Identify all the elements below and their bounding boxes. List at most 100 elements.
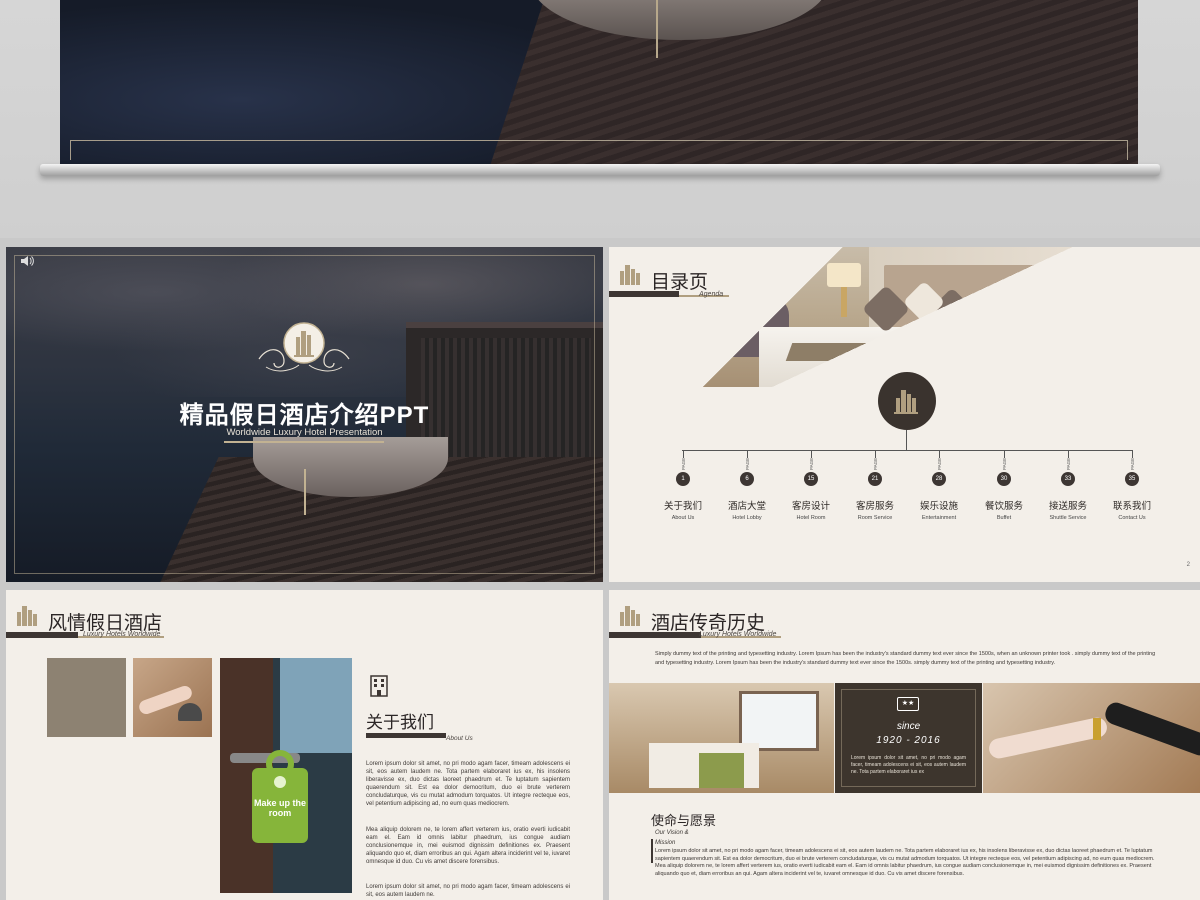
agenda-page-number: 28 xyxy=(932,472,946,486)
agenda-tick xyxy=(1067,450,1069,458)
title-bar xyxy=(609,632,701,638)
bell-icon xyxy=(178,703,202,721)
agenda-title-en: Hotel Room xyxy=(796,515,826,521)
agenda-tick xyxy=(938,450,940,458)
page-label: PAGE xyxy=(680,457,686,470)
presentation-subtitle: Worldwide Luxury Hotel Presentation xyxy=(226,427,383,438)
speaker-icon[interactable] xyxy=(20,255,38,271)
agenda-item[interactable]: PAGE 33 接送服务 Shuttle Service xyxy=(1036,450,1100,521)
agenda-tick xyxy=(746,450,748,458)
top-slide-image[interactable] xyxy=(60,0,1138,166)
agenda-title-en: Buffet xyxy=(996,515,1012,521)
arm xyxy=(1102,699,1200,759)
agenda-title-en: Hotel Lobby xyxy=(732,515,762,521)
agenda-tick xyxy=(1003,450,1005,458)
agenda-title-zh: 客房服务 xyxy=(855,501,894,512)
agenda-title-en: Room Service xyxy=(857,515,893,521)
agenda-title-zh: 酒店大堂 xyxy=(727,501,766,512)
body-paragraph: Mea aliquip dolorem ne, te lorem affert … xyxy=(366,827,570,865)
frame-corner xyxy=(1108,140,1128,160)
agenda-title-en: Entertainment xyxy=(921,515,957,521)
page-label: PAGE xyxy=(936,457,942,470)
since-panel: ★★ since 1920 - 2016 Lorem ipsum dolor s… xyxy=(835,683,982,793)
agenda-item[interactable]: PAGE 1 关于我们 About Us xyxy=(651,450,715,521)
key-icon xyxy=(1093,718,1101,740)
decorative-frame xyxy=(70,140,1128,166)
section-title-bar xyxy=(366,733,446,738)
reception-bell-photo xyxy=(133,658,212,737)
agenda-title-zh: 娱乐设施 xyxy=(919,501,958,512)
decorative-line xyxy=(651,839,653,863)
agenda-title-zh: 客房设计 xyxy=(791,501,830,512)
agenda-item[interactable]: PAGE 15 客房设计 Hotel Room xyxy=(779,450,843,521)
presentation-title: 精品假日酒店介绍PPT xyxy=(179,402,430,429)
slide-agenda[interactable]: 目录页 Agenda PAGE 1 关于我们 About Us PAGE 6 酒… xyxy=(609,247,1200,582)
body-paragraph: Lorem ipsum dolor sit amet, no pri modo … xyxy=(366,761,570,807)
agenda-item[interactable]: PAGE 35 联系我们 Contact Us xyxy=(1100,450,1164,521)
panel-text: Lorem ipsum dolor sit amet, no pri modo … xyxy=(851,755,966,775)
body-paragraph: Lorem ipsum dolor sit amet, no pri modo … xyxy=(366,884,570,898)
hanger-icon xyxy=(274,776,286,788)
door-hanger-photo: Make up the room xyxy=(220,658,352,893)
window-light xyxy=(280,658,352,753)
hanger-text: Make up the room xyxy=(253,798,306,818)
section-title: 关于我们 xyxy=(366,713,434,732)
agenda-page-number: 1 xyxy=(676,472,690,486)
page-subtitle: Agenda xyxy=(699,291,724,298)
agenda-page-number: 6 xyxy=(740,472,754,486)
agenda-title-zh: 关于我们 xyxy=(663,501,702,512)
decorative-line xyxy=(656,0,658,58)
bed-runner xyxy=(699,753,744,788)
agenda-page-number: 35 xyxy=(1125,472,1139,486)
hotel-room-photo xyxy=(609,683,834,793)
door-hanger: Make up the room xyxy=(252,750,308,843)
agenda-title-en: About Us xyxy=(671,515,695,521)
color-block xyxy=(47,658,126,737)
slide-about[interactable]: 风情假日酒店 Luxury Hotels Worldwide Make up t… xyxy=(6,590,603,900)
agenda-title-en: Shuttle Service xyxy=(1049,515,1087,521)
section-subtitle: About Us xyxy=(446,735,473,742)
agenda-tick xyxy=(682,450,684,458)
slide-history[interactable]: 酒店传奇历史 Luxury Hotels Worldwide Simply du… xyxy=(609,590,1200,900)
agenda-item[interactable]: PAGE 30 餐饮服务 Buffet xyxy=(972,450,1036,521)
page-label: PAGE xyxy=(1065,457,1071,470)
agenda-item[interactable]: PAGE 6 酒店大堂 Hotel Lobby xyxy=(715,450,779,521)
agenda-page-number: 33 xyxy=(1061,472,1075,486)
agenda-title-en: Contact Us xyxy=(1118,515,1146,521)
page-title: 目录页 xyxy=(651,272,709,293)
page-subtitle: Luxury Hotels Worldwide xyxy=(699,631,777,638)
building-logo-icon xyxy=(17,606,37,626)
title-bar xyxy=(609,291,679,297)
agenda-tick xyxy=(874,450,876,458)
frame-corner xyxy=(70,140,90,160)
intro-paragraph: Simply dummy text of the printing and ty… xyxy=(655,651,1156,666)
since-label: since xyxy=(896,721,921,732)
mission-subtitle: Our Vision & Mission xyxy=(655,830,689,846)
agenda-title-zh: 餐饮服务 xyxy=(984,501,1023,512)
since-years: 1920 - 2016 xyxy=(876,735,941,746)
title-bar xyxy=(6,632,78,638)
mission-title: 使命与愿景 xyxy=(651,813,717,828)
building-logo-icon xyxy=(620,265,640,285)
page-label: PAGE xyxy=(1001,457,1007,470)
page-label: PAGE xyxy=(1129,457,1135,470)
agenda-item[interactable]: PAGE 28 娱乐设施 Entertainment xyxy=(907,450,971,521)
agenda-tick xyxy=(810,450,812,458)
stars-badge-icon: ★★ xyxy=(897,697,919,711)
mission-paragraph: Lorem ipsum dolor sit amet, no pri modo … xyxy=(655,848,1155,877)
building-logo-icon xyxy=(620,606,640,626)
hanger-hole xyxy=(266,750,294,778)
title-underline xyxy=(224,441,384,443)
building-icon xyxy=(894,390,918,414)
page-label: PAGE xyxy=(808,457,814,470)
connector-line xyxy=(906,430,907,450)
agenda-item[interactable]: PAGE 21 客房服务 Room Service xyxy=(843,450,907,521)
slide-cover[interactable]: 精品假日酒店介绍PPT Worldwide Luxury Hotel Prese… xyxy=(6,247,603,582)
agenda-hub-circle xyxy=(878,372,936,430)
window xyxy=(739,691,819,751)
top-slide-preview-area xyxy=(0,0,1200,238)
agenda-page-number: 30 xyxy=(997,472,1011,486)
hotel-crest-logo-icon xyxy=(254,319,354,385)
agenda-page-number: 21 xyxy=(868,472,882,486)
slide-shelf xyxy=(40,164,1160,176)
